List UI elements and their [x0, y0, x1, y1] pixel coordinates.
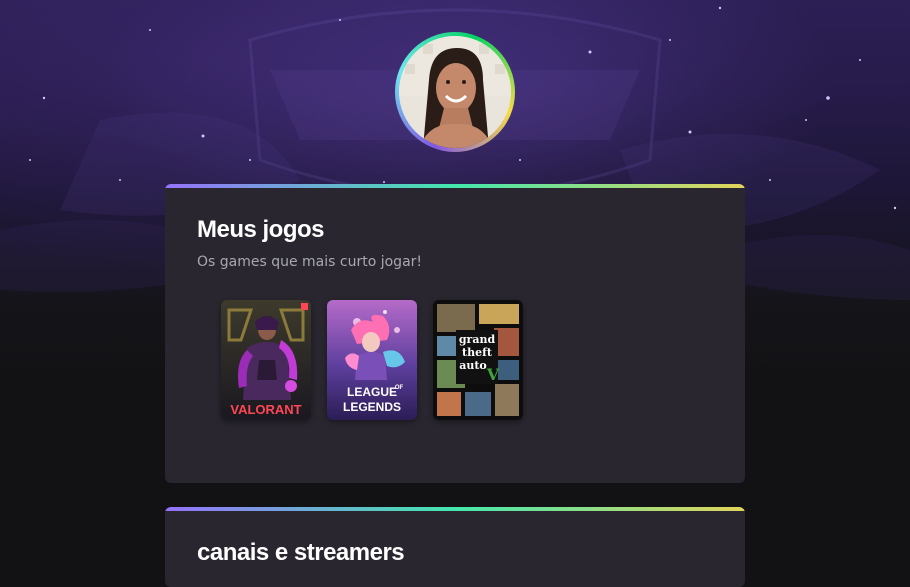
gta-cover-text-v: V	[486, 365, 500, 384]
valorant-cover-text: VALORANT	[230, 402, 301, 417]
valorant-cover-art: VALORANT	[221, 300, 311, 420]
gta-cover-text-1: grand	[459, 333, 496, 346]
games-card: Meus jogos Os games que mais curto jogar…	[165, 184, 745, 483]
streamers-card: canais e streamers	[165, 507, 745, 587]
game-cover-valorant[interactable]: VALORANT	[221, 300, 311, 420]
gta-cover-text-2: theft	[462, 346, 493, 359]
games-subtitle: Os games que mais curto jogar!	[197, 254, 423, 270]
games-list: VALORANT LEAGUE OF LEGENDS grand theft a…	[221, 300, 523, 420]
avatar-ring	[395, 32, 515, 152]
gta-cover-text-3: auto	[459, 359, 487, 372]
gta-cover-art: grand theft auto V	[433, 300, 523, 420]
game-cover-league-of-legends[interactable]: LEAGUE OF LEGENDS	[327, 300, 417, 420]
lol-cover-text-bottom: LEGENDS	[343, 400, 401, 414]
lol-cover-art: LEAGUE OF LEGENDS	[327, 300, 417, 420]
lol-cover-text-top: LEAGUE	[347, 385, 397, 399]
profile-photo-icon	[399, 36, 511, 148]
games-title: Meus jogos	[197, 216, 325, 243]
avatar	[399, 36, 511, 148]
game-cover-gta-v[interactable]: grand theft auto V	[433, 300, 523, 420]
lol-cover-text-of: OF	[395, 385, 404, 391]
streamers-title: canais e streamers	[197, 539, 405, 566]
